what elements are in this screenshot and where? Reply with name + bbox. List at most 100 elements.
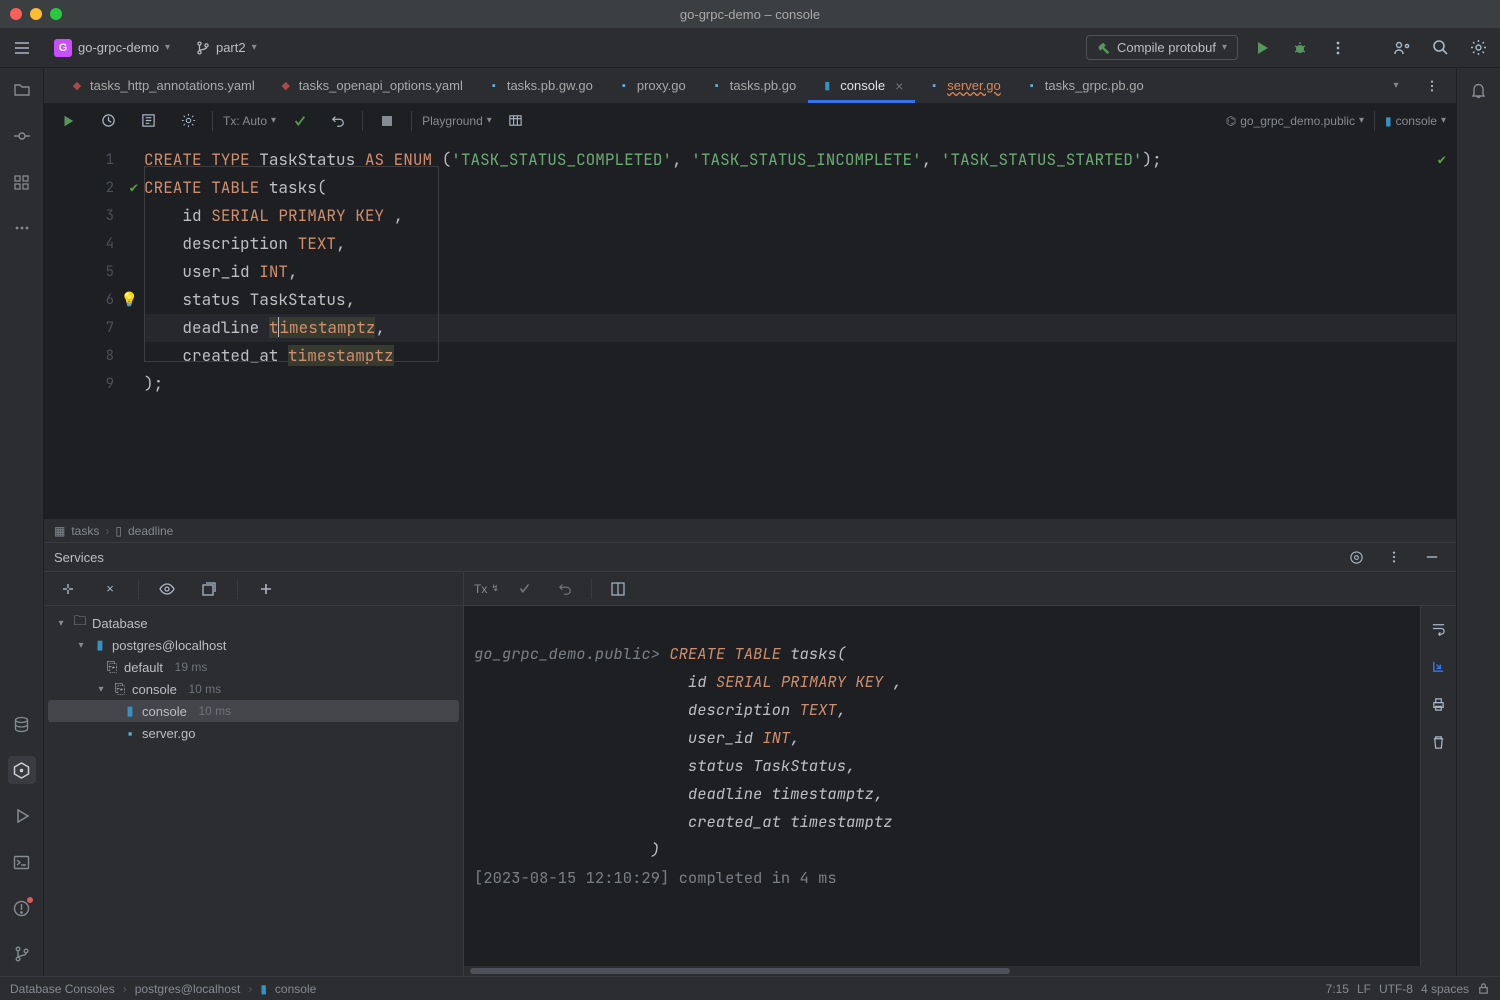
status-crumb-1[interactable]: Database Consoles [10,982,115,996]
tab-server-go[interactable]: ▪server.go [915,68,1012,103]
tab-tasks-pb-gw-go[interactable]: ▪tasks.pb.gw.go [475,68,605,103]
code-area[interactable]: CREATE TYPE TaskStatus AS ENUM ('TASK_ST… [144,138,1456,518]
console-selector[interactable]: ▮console▾ [1385,114,1446,128]
print-icon[interactable] [1425,690,1453,718]
branch-selector[interactable]: part2 ▾ [188,36,265,59]
tab-proxy-go[interactable]: ▪proxy.go [605,68,698,103]
search-icon[interactable] [1426,34,1454,62]
tree-node-console[interactable]: ▮console 10 ms [48,700,459,722]
services-target-icon[interactable] [1342,543,1370,571]
status-crumb-3[interactable]: console [275,982,316,996]
run-tool-icon[interactable] [8,802,36,830]
go-file-icon: ▪ [122,726,138,741]
encoding[interactable]: UTF-8 [1379,982,1413,996]
view-mode-icon[interactable] [502,107,530,135]
tree-node-console-session[interactable]: ▾⎘console 10 ms [48,678,459,700]
run-button[interactable] [1248,34,1276,62]
stop-icon[interactable] [373,107,401,135]
sql-editor[interactable]: 1 2✔ 3 4 5 6💡 7 8 9 CREATE TYPE TaskStat… [44,138,1456,518]
readonly-lock-icon[interactable] [1477,982,1490,995]
go-file-icon: ▪ [487,79,501,93]
go-file-icon: ▪ [710,79,724,93]
expand-icon[interactable] [54,575,82,603]
hide-panel-icon[interactable] [1418,543,1446,571]
vcs-tool-icon[interactable] [8,940,36,968]
debug-button[interactable] [1286,34,1314,62]
services-tool-icon[interactable] [8,756,36,784]
sql-output[interactable]: go_grpc_demo.public> CREATE TABLE tasks(… [464,606,1420,966]
run-line-check-icon[interactable]: ✔ [130,179,138,197]
hammer-icon [1097,41,1111,55]
tabs-more-icon[interactable] [1418,72,1446,100]
services-more-icon[interactable] [1380,543,1408,571]
project-name: go-grpc-demo [78,40,159,55]
structure-tool-icon[interactable] [8,168,36,196]
output-gutter [1420,606,1456,966]
tab-tasks-grpc-pb-go[interactable]: ▪tasks_grpc.pb.go [1013,68,1156,103]
database-tool-icon[interactable] [8,710,36,738]
rollback-icon[interactable] [324,107,352,135]
settings-icon[interactable] [1464,34,1492,62]
output-scrollbar[interactable] [464,966,1456,976]
configure-icon[interactable] [174,107,202,135]
tab-tasks-http-annotations[interactable]: ◆tasks_http_annotations.yaml [58,68,267,103]
soft-wrap-icon[interactable] [1425,614,1453,642]
explain-plan-icon[interactable] [134,107,162,135]
tx-mode-selector[interactable]: Tx: Auto▾ [223,114,276,128]
notifications-icon[interactable] [1465,76,1493,104]
maximize-window[interactable] [50,8,62,20]
minimize-window[interactable] [30,8,42,20]
code-with-me-icon[interactable] [1388,34,1416,62]
open-new-tab-icon[interactable] [195,575,223,603]
tree-node-default[interactable]: ⎘default 19 ms [48,656,459,678]
project-tool-icon[interactable] [8,76,36,104]
scroll-to-end-icon[interactable] [1425,652,1453,680]
crumb-column[interactable]: deadline [128,524,173,538]
tab-tasks-pb-go[interactable]: ▪tasks.pb.go [698,68,809,103]
inspection-ok-icon[interactable]: ✔ [1438,146,1446,174]
playground-selector[interactable]: Playground▾ [422,114,492,128]
tree-node-database[interactable]: ▾🗀Database [48,612,459,634]
cursor-position[interactable]: 7:15 [1326,982,1349,996]
add-icon[interactable] [252,575,280,603]
navbar: G go-grpc-demo ▾ part2 ▾ Compile protobu… [0,28,1500,68]
session-icon: ⎘ [104,659,120,675]
line-separator[interactable]: LF [1357,982,1371,996]
tree-node-postgres[interactable]: ▾▮postgres@localhost [48,634,459,656]
tabs-dropdown-icon[interactable]: ▾ [1382,72,1410,100]
output-layout-icon[interactable] [604,575,632,603]
go-file-icon: ▪ [617,79,631,93]
problems-tool-icon[interactable] [8,894,36,922]
output-commit-icon[interactable] [511,575,539,603]
services-tree[interactable]: ▾🗀Database ▾▮postgres@localhost ⎘default… [44,606,463,976]
sql-toolbar: Tx: Auto▾ Playground▾ ⌬go_grpc_demo.publ… [44,104,1456,138]
tab-tasks-openapi-options[interactable]: ◆tasks_openapi_options.yaml [267,68,475,103]
run-config-selector[interactable]: Compile protobuf ▾ [1086,35,1238,60]
table-icon: ▦ [54,524,65,538]
terminal-tool-icon[interactable] [8,848,36,876]
intention-bulb-icon[interactable]: 💡 [121,291,138,309]
status-crumb-2[interactable]: postgres@localhost [135,982,241,996]
close-window[interactable] [10,8,22,20]
show-icon[interactable] [153,575,181,603]
commit-tool-icon[interactable] [8,122,36,150]
execute-sql-button[interactable] [54,107,82,135]
close-result-icon[interactable]: × [96,575,124,603]
run-config-label: Compile protobuf [1117,40,1216,55]
schema-selector[interactable]: ⌬go_grpc_demo.public▾ [1226,114,1364,128]
more-actions-icon[interactable] [1324,34,1352,62]
tree-node-server-go[interactable]: ▪server.go [48,722,459,744]
close-tab-icon[interactable]: × [895,78,903,94]
execute-history-icon[interactable] [94,107,122,135]
commit-icon[interactable] [286,107,314,135]
project-selector[interactable]: G go-grpc-demo ▾ [46,35,178,61]
output-tx-icon[interactable]: Tx↯ [474,582,499,596]
main-menu-icon[interactable] [8,34,36,62]
tab-console[interactable]: ▮console× [808,68,915,103]
go-file-icon: ▪ [927,79,941,93]
indent[interactable]: 4 spaces [1421,982,1469,996]
output-rollback-icon[interactable] [551,575,579,603]
crumb-table[interactable]: tasks [71,524,99,538]
clear-output-icon[interactable] [1425,728,1453,756]
more-tools-icon[interactable] [8,214,36,242]
